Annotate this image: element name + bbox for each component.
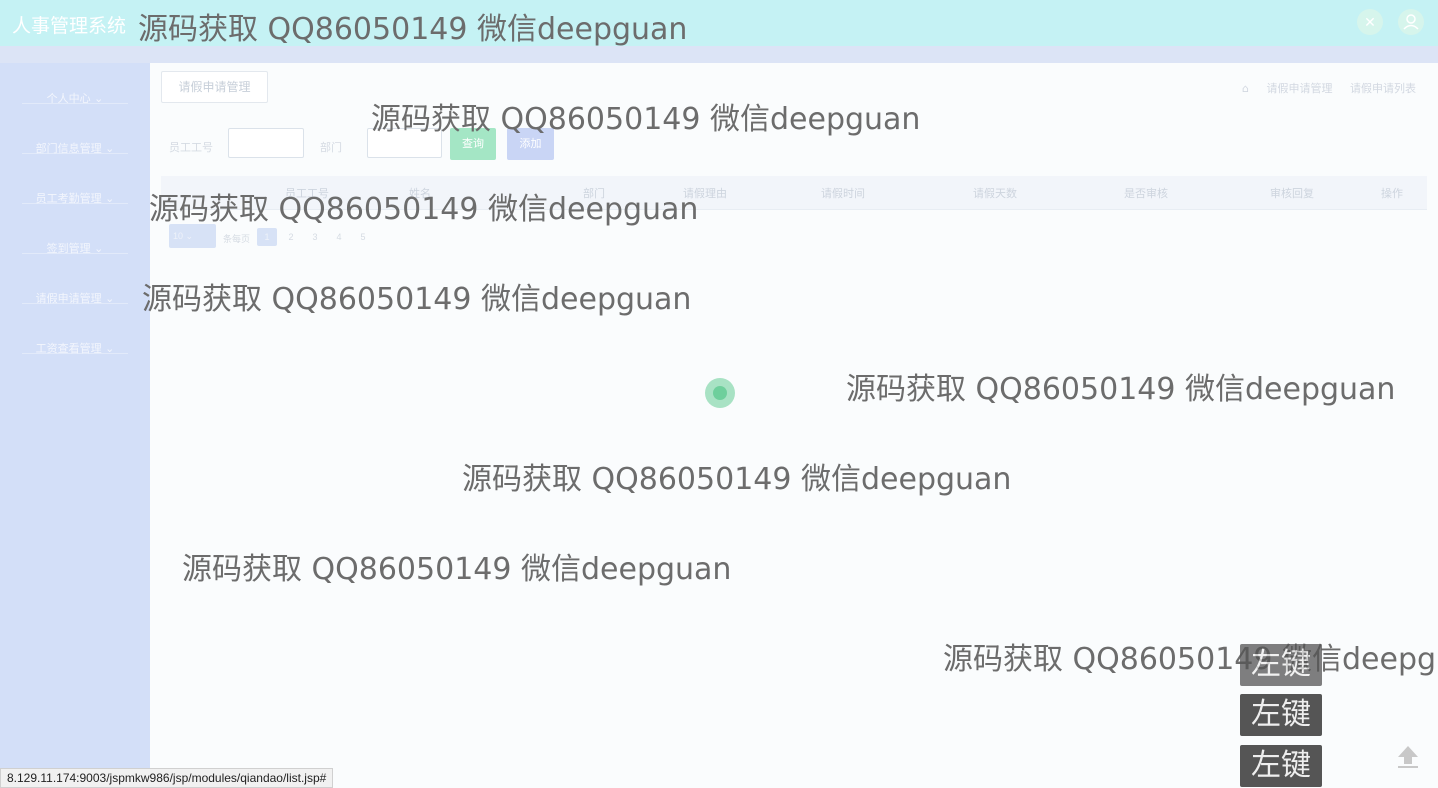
watermark: 源码获取 QQ86050149 微信deepguan — [142, 282, 692, 317]
page-button[interactable]: 1 — [257, 228, 277, 246]
sidebar-item-personal-center[interactable]: 个人中心 ⌄ — [22, 63, 128, 105]
dept-label: 部门 — [320, 141, 342, 154]
sidebar-item-leave[interactable]: 请假申请管理 ⌄ — [22, 263, 128, 305]
sidebar-item-salary[interactable]: 工资查看管理 ⌄ — [22, 313, 128, 355]
sidebar-item-department[interactable]: 部门信息管理 ⌄ — [22, 113, 128, 155]
page-size-suffix: 条每页 — [223, 235, 251, 245]
breadcrumb-item[interactable]: 请假申请管理 — [1267, 82, 1333, 95]
user-icon[interactable] — [1398, 9, 1424, 35]
breadcrumb: ⌂ 请假申请管理 请假申请列表 — [1228, 80, 1416, 96]
watermark: 源码获取 QQ86050149 微信deepguan — [182, 552, 732, 587]
header-strip — [0, 46, 1438, 63]
key-overlay: 左键 — [1240, 745, 1322, 787]
page-button[interactable]: 3 — [305, 228, 325, 246]
watermark: 源码获取 QQ86050149 微信deepguan — [846, 372, 1396, 407]
watermark: 源码获取 QQ86050149 微信deepguan — [149, 192, 699, 227]
column-header: 操作 — [1381, 187, 1403, 200]
click-indicator — [705, 378, 735, 408]
sidebar-item-label: 员工考勤管理 — [35, 192, 102, 205]
watermark: 源码获取 QQ86050149 微信deepguan — [943, 642, 1438, 677]
key-overlay: 左键 — [1240, 694, 1322, 736]
page-button[interactable]: 5 — [353, 228, 373, 246]
watermark: 源码获取 QQ86050149 微信deepguan — [138, 12, 688, 47]
sidebar-item-label: 个人中心 — [46, 92, 91, 105]
column-header: 审核回复 — [1270, 187, 1314, 200]
sidebar: 个人中心 ⌄ 部门信息管理 ⌄ 员工考勤管理 ⌄ 签到管理 ⌄ 请假申请管理 ⌄… — [0, 63, 150, 786]
watermark: 源码获取 QQ86050149 微信deepguan — [462, 462, 1012, 497]
expand-icon[interactable]: ✕ — [1357, 9, 1383, 35]
sidebar-item-label: 部门信息管理 — [35, 142, 102, 155]
column-header[interactable]: 请假天数 — [973, 185, 1017, 201]
sidebar-item-label: 工资查看管理 — [35, 342, 102, 355]
key-overlay: 左键 — [1240, 644, 1322, 686]
home-icon[interactable]: ⌂ — [1242, 82, 1249, 95]
sidebar-item-label: 请假申请管理 — [35, 292, 102, 305]
page-title: 请假申请管理 — [161, 71, 268, 103]
employee-id-input[interactable] — [228, 128, 304, 158]
column-header[interactable]: 请假时间 — [821, 185, 865, 201]
app-title: 人事管理系统 — [12, 15, 127, 37]
page-button[interactable]: 4 — [329, 228, 349, 246]
watermark: 源码获取 QQ86050149 微信deepguan — [371, 102, 921, 137]
page-size-value: 10 — [173, 231, 184, 241]
sidebar-item-label: 签到管理 — [46, 242, 91, 255]
sidebar-item-attendance[interactable]: 员工考勤管理 ⌄ — [22, 163, 128, 205]
status-bar-url: 8.129.11.174:9003/jspmkw986/jsp/modules/… — [0, 768, 334, 788]
back-to-top-icon[interactable] — [1395, 743, 1421, 774]
breadcrumb-item: 请假申请列表 — [1350, 82, 1416, 95]
page-button[interactable]: 2 — [281, 228, 301, 246]
sidebar-item-checkin[interactable]: 签到管理 ⌄ — [22, 213, 128, 255]
employee-id-label: 员工工号 — [169, 141, 213, 154]
column-header[interactable]: 是否审核 — [1124, 185, 1168, 201]
